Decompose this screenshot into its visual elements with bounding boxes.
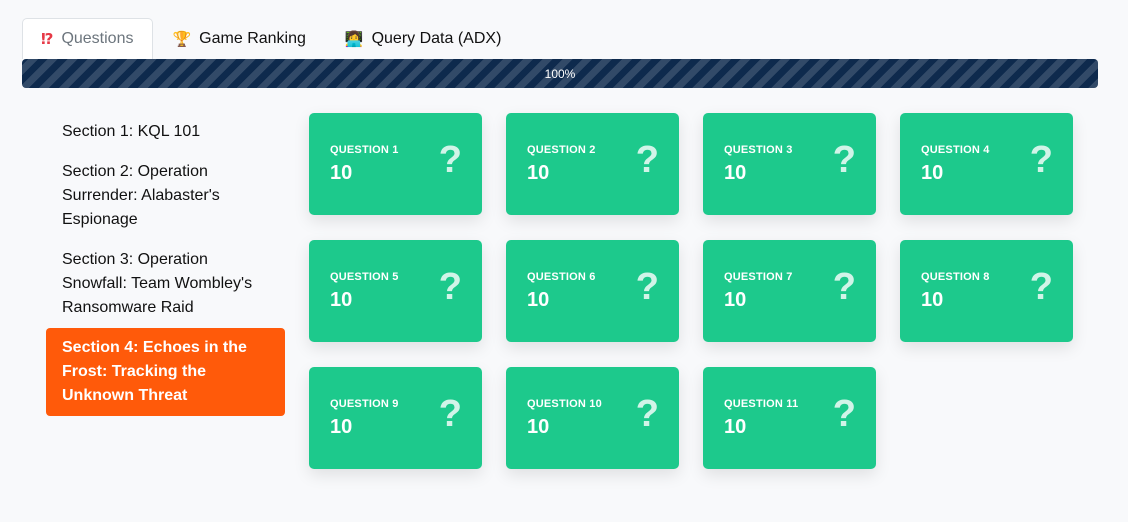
question-label: QUESTION 2 xyxy=(527,144,596,156)
progress-bar: 100% xyxy=(22,59,1098,88)
question-points: 10 xyxy=(330,162,353,184)
question-card[interactable]: QUESTION 10 10? xyxy=(506,367,679,469)
question-card[interactable]: QUESTION 11 10? xyxy=(703,367,876,469)
question-points: 10 xyxy=(527,416,550,438)
question-grid: QUESTION 1 10? QUESTION 2 10? QUESTION 3 10? Q… xyxy=(309,113,1073,469)
question-points: 10 xyxy=(724,416,747,438)
tab-questions[interactable]: ⁉ Questions xyxy=(22,18,154,59)
question-points: 10 xyxy=(527,289,550,311)
question-mark-icon: ? xyxy=(438,393,462,435)
interrobang-icon: ⁉ xyxy=(41,30,54,48)
question-label: QUESTION 10 xyxy=(527,398,602,410)
question-label: QUESTION 6 xyxy=(527,271,596,283)
question-points: 10 xyxy=(921,289,944,311)
question-points: 10 xyxy=(724,162,747,184)
question-card[interactable]: QUESTION 5 10? xyxy=(309,240,482,342)
tab-bar: ⁉ Questions 🏆 Game Ranking 👩‍💻 Query Dat… xyxy=(22,18,521,59)
technologist-icon: 👩‍💻 xyxy=(344,30,364,48)
progress-fill: 100% xyxy=(22,59,1098,88)
question-label: QUESTION 8 xyxy=(921,271,990,283)
question-label: QUESTION 11 xyxy=(724,398,799,410)
question-card[interactable]: QUESTION 8 10? xyxy=(900,240,1073,342)
progress-label: 100% xyxy=(544,66,576,81)
question-points: 10 xyxy=(330,289,353,311)
tab-query-data[interactable]: 👩‍💻 Query Data (ADX) xyxy=(326,18,522,59)
question-label: QUESTION 4 xyxy=(921,144,990,156)
question-mark-icon: ? xyxy=(635,393,659,435)
question-points: 10 xyxy=(330,416,353,438)
question-points: 10 xyxy=(921,162,944,184)
question-mark-icon: ? xyxy=(832,393,856,435)
section-item-1[interactable]: Section 1: KQL 101 xyxy=(46,112,285,152)
question-mark-icon: ? xyxy=(438,266,462,308)
question-label: QUESTION 3 xyxy=(724,144,793,156)
question-card[interactable]: QUESTION 6 10? xyxy=(506,240,679,342)
question-label: QUESTION 7 xyxy=(724,271,793,283)
question-mark-icon: ? xyxy=(635,266,659,308)
question-mark-icon: ? xyxy=(1029,266,1053,308)
tab-game-ranking[interactable]: 🏆 Game Ranking xyxy=(153,18,325,59)
question-card[interactable]: QUESTION 9 10? xyxy=(309,367,482,469)
question-mark-icon: ? xyxy=(832,266,856,308)
section-sidebar: Section 1: KQL 101 Section 2: Operation … xyxy=(46,112,285,416)
question-label: QUESTION 5 xyxy=(330,271,399,283)
tab-game-ranking-label: Game Ranking xyxy=(199,30,306,47)
section-item-3[interactable]: Section 3: Operation Snowfall: Team Womb… xyxy=(46,240,285,328)
question-mark-icon: ? xyxy=(1029,139,1053,181)
question-card[interactable]: QUESTION 1 10? xyxy=(309,113,482,215)
tab-questions-label: Questions xyxy=(61,30,134,47)
question-label: QUESTION 9 xyxy=(330,398,399,410)
question-card[interactable]: QUESTION 4 10? xyxy=(900,113,1073,215)
question-points: 10 xyxy=(527,162,550,184)
question-card[interactable]: QUESTION 2 10? xyxy=(506,113,679,215)
question-card[interactable]: QUESTION 7 10? xyxy=(703,240,876,342)
tab-query-data-label: Query Data (ADX) xyxy=(371,30,502,47)
question-mark-icon: ? xyxy=(832,139,856,181)
trophy-icon: 🏆 xyxy=(172,30,192,48)
section-item-4[interactable]: Section 4: Echoes in the Frost: Tracking… xyxy=(46,328,285,416)
question-label: QUESTION 1 xyxy=(330,144,399,156)
section-item-2[interactable]: Section 2: Operation Surrender: Alabaste… xyxy=(46,152,285,240)
question-card[interactable]: QUESTION 3 10? xyxy=(703,113,876,215)
question-mark-icon: ? xyxy=(635,139,659,181)
question-mark-icon: ? xyxy=(438,139,462,181)
question-points: 10 xyxy=(724,289,747,311)
